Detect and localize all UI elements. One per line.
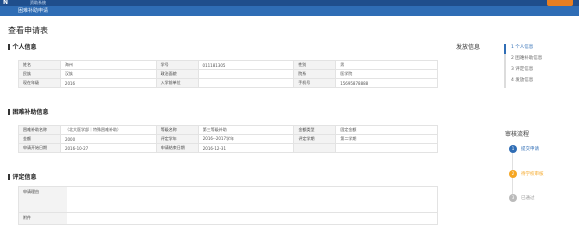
side-nav-item[interactable]: 3 评定信息 — [511, 66, 533, 72]
personal-label: 学号 — [155, 60, 199, 70]
side-nav-item[interactable]: 1 个人信息 — [511, 44, 533, 50]
reason-value — [67, 187, 437, 212]
personal-value — [197, 69, 295, 79]
flow-step-label: 待学校审核 — [521, 172, 544, 177]
flow-title: 审核流程 — [505, 131, 530, 138]
personal-value: 汉族 — [59, 69, 157, 79]
breadcrumb-bar: 困难补助申请 — [0, 6, 579, 16]
subsidy-label: 等级名称 — [155, 125, 199, 135]
page-title: 查看申请表 — [8, 26, 48, 35]
personal-label: 院系 — [293, 69, 337, 79]
section-marker — [8, 44, 10, 50]
subsidy-value: 第三等级补助 — [197, 125, 295, 135]
reason-label: 申请理由 — [19, 187, 67, 212]
subsidy-label: 金额类型 — [293, 125, 337, 135]
personal-label: 民族 — [18, 69, 61, 79]
subsidy-value: 固定金额 — [335, 125, 438, 135]
subsidy-label: 困难补助名称 — [18, 125, 61, 135]
section-marker — [8, 109, 10, 115]
personal-label: 性别 — [293, 60, 337, 70]
personal-section-title: 个人信息 — [8, 42, 37, 51]
attachment-label: 附件 — [19, 213, 67, 224]
flow-step-badge: 2 — [509, 170, 517, 178]
personal-value: 2016 — [59, 78, 157, 88]
side-nav-track — [504, 44, 506, 88]
personal-value: 医学院 — [335, 69, 438, 79]
personal-value — [197, 78, 295, 88]
personal-info-table: 姓名 海州 学号 011181305 性别男民族 汉族 政治面貌 院系 医学院 现在年级 2016 入… — [18, 60, 438, 88]
subsidy-info-table: 困难补助名称 （北大医学部｜特殊困难补助） 等级名称 第三等级补助 金额类型 固定金额 金额… — [18, 125, 438, 153]
subsidy-value: 2016-10-27 — [59, 143, 157, 153]
flow-step-label: 提交申请 — [521, 147, 539, 152]
evaluation-section-title: 评定信息 — [8, 172, 37, 181]
subsidy-value: 2016--2017学年 — [197, 134, 295, 144]
personal-row: 姓名 海州 学号 011181305 性别男 — [18, 60, 438, 70]
side-nav-active-marker — [504, 44, 506, 54]
subsidy-label: 申请开始日期 — [18, 143, 61, 153]
personal-label: 现在年级 — [18, 78, 61, 88]
side-nav-item[interactable]: 2 困难补助信息 — [511, 55, 542, 61]
subsidy-section-title: 困难补助信息 — [8, 107, 49, 116]
personal-value: 011181305 — [197, 60, 295, 70]
personal-value: 15695878888 — [335, 78, 438, 88]
subsidy-row: 困难补助名称 （北大医学部｜特殊困难补助） 等级名称 第三等级补助 金额类型 固定金额 — [18, 125, 438, 135]
evaluation-table: 申请理由 附件 — [18, 186, 438, 225]
subsidy-label: 评定学期 — [293, 134, 337, 144]
personal-label: 入学前单位 — [155, 78, 199, 88]
personal-row: 民族 汉族 政治面貌 院系 医学院 — [18, 69, 438, 79]
subsidy-row: 金额 2000 评定学年 2016--2017学年 评定学期 第二学期 — [18, 134, 438, 144]
flow-step-badge: 1 — [509, 145, 517, 153]
personal-value: 海州 — [59, 60, 157, 70]
attachment-value — [67, 213, 437, 224]
subsidy-value: 2000 — [59, 134, 157, 144]
flow-step-label: 已通过 — [521, 196, 535, 201]
subsidy-value: 第二学期 — [335, 134, 438, 144]
reason-row: 申请理由 — [19, 187, 437, 213]
subsidy-value: 2016-12-31 — [197, 143, 295, 153]
subsidy-value: （北大医学部｜特殊困难补助） — [59, 125, 157, 135]
flow-step-badge: 3 — [509, 194, 517, 202]
subsidy-value — [335, 143, 438, 153]
subsidy-label: 金额 — [18, 134, 61, 144]
subsidy-row: 申请开始日期 2016-10-27 申请结束日期 2016-12-31 — [18, 143, 438, 153]
subsidy-label — [293, 143, 337, 153]
attachment-row: 附件 — [19, 213, 437, 224]
personal-row: 现在年级 2016 入学前单位 手机号 15695878888 — [18, 78, 438, 88]
breadcrumb[interactable]: 困难补助申请 — [18, 6, 48, 16]
personal-value: 男 — [335, 60, 438, 70]
personal-label: 手机号 — [293, 78, 337, 88]
side-nav-item[interactable]: 4 发放信息 — [511, 77, 533, 83]
subsidy-label: 评定学年 — [155, 134, 199, 144]
personal-label: 姓名 — [18, 60, 61, 70]
side-nav-title: 发放信息 — [456, 44, 481, 51]
section-marker — [8, 174, 10, 180]
personal-label: 政治面貌 — [155, 69, 199, 79]
subsidy-label: 申请结束日期 — [155, 143, 199, 153]
